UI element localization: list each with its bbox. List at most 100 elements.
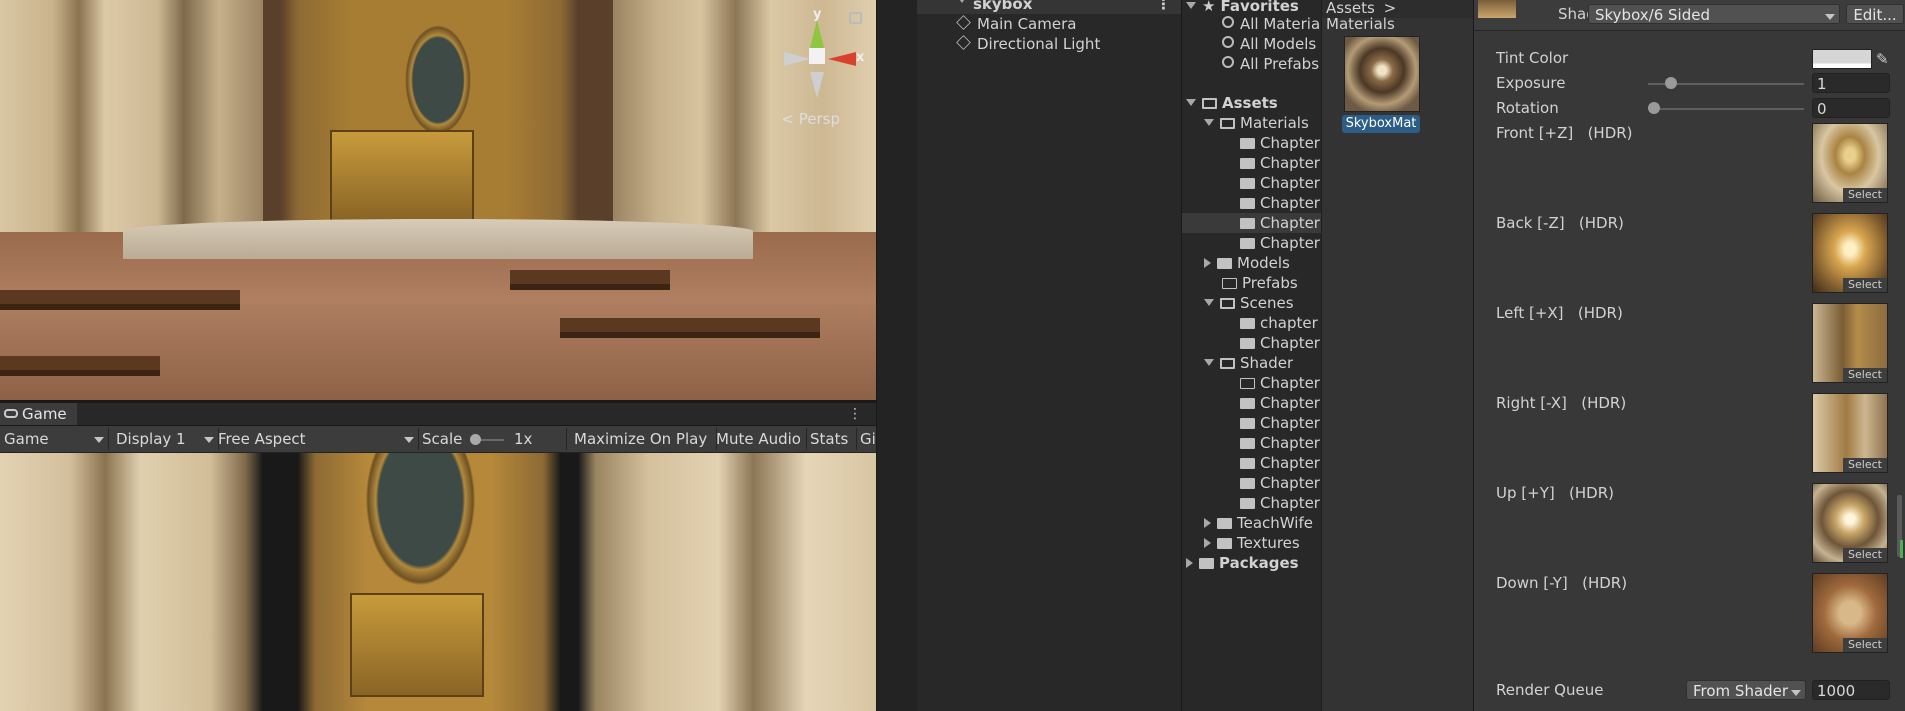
folder-item[interactable]: Chapter bbox=[1240, 373, 1320, 393]
aspect-dropdown[interactable]: Free Aspect bbox=[214, 428, 419, 450]
rotation-slider-track[interactable] bbox=[1648, 108, 1804, 110]
collapse-arrow-icon[interactable] bbox=[1186, 558, 1193, 568]
folder-scenes[interactable]: Scenes bbox=[1204, 293, 1294, 313]
scale-control[interactable]: Scale 1x bbox=[418, 428, 567, 450]
folder-prefabs[interactable]: Prefabs bbox=[1222, 273, 1298, 293]
render-queue-label: Render Queue bbox=[1496, 681, 1604, 699]
folder-teachwife[interactable]: TeachWife bbox=[1204, 513, 1313, 533]
expand-arrow-icon[interactable] bbox=[1186, 99, 1196, 106]
axis-neg-y-cone[interactable] bbox=[810, 72, 824, 98]
folder-item[interactable]: Chapter bbox=[1240, 433, 1320, 453]
rotation-input[interactable]: 0 bbox=[1812, 98, 1890, 118]
collapse-arrow-icon[interactable] bbox=[1204, 518, 1211, 528]
select-texture-button[interactable]: Select bbox=[1843, 458, 1887, 472]
shader-dropdown[interactable]: Skybox/6 Sided bbox=[1588, 4, 1840, 24]
expand-arrow-icon[interactable] bbox=[1204, 359, 1214, 366]
scrollbar-accent bbox=[1900, 540, 1903, 558]
lock-icon[interactable] bbox=[849, 12, 862, 24]
select-texture-button[interactable]: Select bbox=[1843, 278, 1887, 292]
stats-toggle[interactable]: Stats bbox=[806, 428, 857, 450]
gizmos-toggle[interactable]: Gi bbox=[856, 428, 876, 450]
aspect-label: Free Aspect bbox=[218, 430, 306, 448]
folder-item[interactable]: Chapter bbox=[1240, 173, 1320, 193]
folder-item[interactable]: Chapter bbox=[1240, 453, 1320, 473]
folder-item[interactable]: Chapter bbox=[1240, 153, 1320, 173]
folder-item[interactable]: Chapter bbox=[1240, 393, 1320, 413]
tint-color-swatch[interactable] bbox=[1812, 49, 1872, 69]
kebab-menu-icon[interactable]: ⋮ bbox=[848, 407, 862, 421]
hierarchy-item-main-camera[interactable]: Main Camera bbox=[956, 14, 1076, 34]
star-icon: ★ bbox=[1202, 0, 1216, 15]
scene-bench bbox=[510, 270, 670, 290]
rotation-slider-knob[interactable] bbox=[1648, 102, 1660, 114]
game-view[interactable] bbox=[0, 453, 876, 711]
expand-arrow-icon[interactable] bbox=[1186, 2, 1196, 9]
hierarchy-item-directional-light[interactable]: Directional Light bbox=[956, 34, 1100, 54]
folder-item[interactable]: Chapter bbox=[1240, 413, 1320, 433]
exposure-slider-knob[interactable] bbox=[1665, 77, 1678, 89]
texture-slot-back[interactable]: Select bbox=[1812, 213, 1888, 293]
folder-item[interactable]: Chapter bbox=[1240, 233, 1320, 253]
folder-label: Chapter bbox=[1260, 474, 1320, 492]
folder-textures[interactable]: Textures bbox=[1204, 533, 1300, 553]
exposure-input[interactable]: 1 bbox=[1812, 73, 1890, 93]
skybox-material-thumbnail[interactable] bbox=[1344, 36, 1420, 112]
folder-item[interactable]: Chapter bbox=[1240, 493, 1320, 513]
game-mode-dropdown[interactable]: Game bbox=[0, 428, 109, 450]
texture-slot-front[interactable]: Select bbox=[1812, 123, 1888, 203]
favorite-item[interactable]: All Prefabs bbox=[1222, 54, 1319, 74]
expand-arrow-icon[interactable] bbox=[1204, 299, 1214, 306]
select-texture-button[interactable]: Select bbox=[1843, 368, 1887, 382]
axis-y-cone[interactable] bbox=[810, 20, 824, 48]
asset-label-selected[interactable]: SkyboxMat bbox=[1342, 115, 1420, 133]
mute-audio-toggle[interactable]: Mute Audio bbox=[712, 428, 807, 450]
face-label-left: Left [+X] (HDR) bbox=[1496, 303, 1623, 323]
texture-slot-up[interactable]: Select bbox=[1812, 483, 1888, 563]
scene-bench bbox=[560, 318, 820, 338]
eyedropper-icon[interactable]: ✎ bbox=[1876, 50, 1889, 68]
texture-slot-right[interactable]: Select bbox=[1812, 393, 1888, 473]
edit-shader-button[interactable]: Edit... bbox=[1846, 4, 1904, 24]
tab-game[interactable]: Game bbox=[0, 403, 77, 425]
texture-slot-left[interactable]: Select bbox=[1812, 303, 1888, 383]
scene-view[interactable]: y x < Persp bbox=[0, 0, 876, 400]
folder-models[interactable]: Models bbox=[1204, 253, 1290, 273]
face-name: Down [-Y] bbox=[1496, 574, 1568, 592]
axis-x-cone[interactable] bbox=[828, 52, 856, 66]
collapse-arrow-icon[interactable] bbox=[1204, 258, 1211, 268]
expand-arrow-icon[interactable] bbox=[957, 0, 967, 3]
folder-shader[interactable]: Shader bbox=[1204, 353, 1293, 373]
texture-slot-down[interactable]: Select bbox=[1812, 573, 1888, 653]
face-name: Up [+Y] bbox=[1496, 484, 1555, 502]
expand-arrow-icon[interactable] bbox=[1204, 119, 1214, 126]
folder-item[interactable]: Chapter bbox=[1240, 133, 1320, 153]
render-queue-input[interactable]: 1000 bbox=[1812, 680, 1890, 700]
favorite-item[interactable]: All Materia bbox=[1222, 14, 1320, 34]
axis-neg-x-cone[interactable] bbox=[784, 52, 810, 66]
projection-toggle[interactable]: < Persp bbox=[781, 110, 840, 128]
kebab-menu-icon[interactable]: ⋮ bbox=[1156, 0, 1171, 14]
assets-root[interactable]: Assets bbox=[1186, 93, 1278, 113]
maximize-on-play-toggle[interactable]: Maximize On Play bbox=[570, 428, 717, 450]
folder-item[interactable]: chapter bbox=[1240, 313, 1318, 333]
select-texture-button[interactable]: Select bbox=[1843, 638, 1887, 652]
render-queue-dropdown[interactable]: From Shader bbox=[1686, 680, 1806, 700]
folder-item[interactable]: Chapter bbox=[1240, 193, 1320, 213]
folder-icon bbox=[1240, 178, 1255, 189]
scale-slider-knob[interactable] bbox=[470, 434, 481, 445]
packages-root[interactable]: Packages bbox=[1186, 553, 1299, 573]
game-toolbar: Game Display 1 Free Aspect Scale 1x Maxi… bbox=[0, 426, 876, 453]
favorite-item[interactable]: All Models bbox=[1222, 34, 1316, 54]
folder-item-selected[interactable]: Chapter bbox=[1182, 213, 1321, 233]
hierarchy-scene-row[interactable]: skybox ⋮ bbox=[917, 0, 1181, 14]
collapse-arrow-icon[interactable] bbox=[1204, 538, 1211, 548]
folder-label: TeachWife bbox=[1237, 514, 1313, 532]
gizmo-center-cube[interactable] bbox=[809, 48, 825, 64]
folder-item[interactable]: Chapter bbox=[1240, 333, 1320, 353]
folder-item[interactable]: Chapter bbox=[1240, 473, 1320, 493]
select-texture-button[interactable]: Select bbox=[1843, 548, 1887, 562]
display-dropdown[interactable]: Display 1 bbox=[110, 428, 219, 450]
breadcrumb-item[interactable]: Materials bbox=[1326, 15, 1395, 33]
folder-materials[interactable]: Materials bbox=[1204, 113, 1309, 133]
select-texture-button[interactable]: Select bbox=[1843, 188, 1887, 202]
